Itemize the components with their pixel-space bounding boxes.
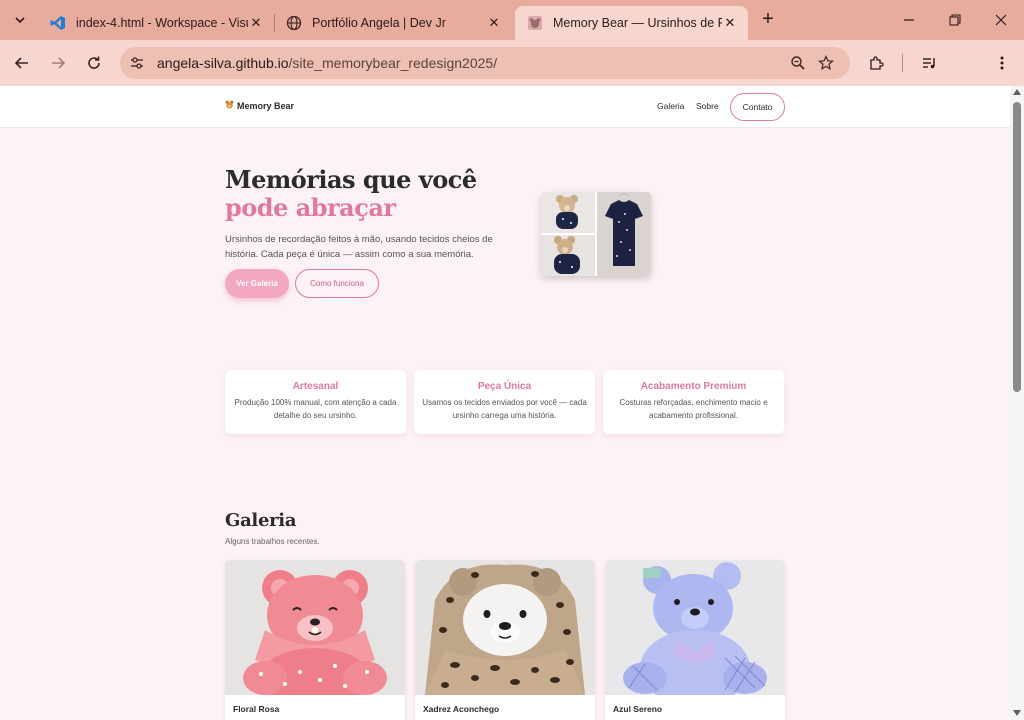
tab-title: Portfólio Angela | Dev Jr: [312, 16, 446, 30]
tab-memory-bear[interactable]: Memory Bear — Ursinhos de Recordação ✕: [515, 6, 748, 40]
gallery-card[interactable]: Xadrez Aconchego: [415, 560, 595, 720]
site-header: Memory Bear Galeria Sobre Contato: [0, 86, 1010, 128]
gallery-photo-leopard-bear: [415, 560, 595, 695]
reload-icon[interactable]: [82, 51, 106, 75]
url-path: /site_memorybear_redesign2025/: [288, 55, 498, 71]
bookmark-star-icon[interactable]: [812, 49, 840, 77]
bear-icon: [225, 100, 234, 111]
feature-description: Usamos os tecidos enviados por você — ca…: [422, 398, 587, 420]
how-it-works-button[interactable]: Como funciona: [295, 269, 379, 298]
feature-title: Acabamento Premium: [640, 381, 747, 392]
minimize-icon[interactable]: [897, 8, 921, 32]
new-tab-button[interactable]: +: [757, 9, 779, 31]
brand-logo[interactable]: Memory Bear: [225, 100, 294, 111]
gallery-photo-blue-bear: [605, 560, 785, 706]
extensions-icon[interactable]: [864, 51, 888, 75]
scroll-thumb[interactable]: [1013, 102, 1021, 392]
feature-card: Peça Única Usamos os tecidos enviados po…: [414, 370, 595, 434]
hero-photo-collage[interactable]: [541, 192, 651, 276]
web-page: Memory Bear Galeria Sobre Contato Memóri…: [0, 86, 1010, 720]
media-controls-icon[interactable]: [918, 51, 942, 75]
page-scrollbar[interactable]: [1010, 86, 1024, 720]
gallery-subtitle: Alguns trabalhos recentes.: [225, 537, 320, 546]
zoom-icon[interactable]: [784, 49, 812, 77]
url-domain: angela-silva.github.io: [157, 55, 289, 71]
toolbar-divider: [902, 54, 903, 72]
close-tab-icon[interactable]: ✕: [722, 15, 738, 31]
close-tab-icon[interactable]: ✕: [486, 15, 502, 31]
url-text: angela-silva.github.io/site_memorybear_r…: [157, 55, 784, 71]
tab-title: Memory Bear — Ursinhos de Recordação: [553, 16, 722, 30]
bear-favicon-icon: [527, 15, 543, 31]
tab-portfolio[interactable]: Portfólio Angela | Dev Jr ✕: [274, 6, 512, 40]
feature-description: Produção 100% manual, com atenção a cada…: [234, 398, 397, 420]
hero-title: Memórias que você pode abraçar: [225, 166, 525, 222]
close-window-icon[interactable]: [989, 8, 1013, 32]
gallery-card[interactable]: Floral Rosa: [225, 560, 405, 720]
nav-link-about[interactable]: Sobre: [696, 101, 719, 111]
tab-vscode[interactable]: index-4.html - Workspace - Visual Studio…: [38, 6, 274, 40]
site-settings-icon[interactable]: [123, 49, 151, 77]
tab-search-chevron-icon[interactable]: [8, 8, 32, 32]
hero-title-accent: pode abraçar: [225, 193, 396, 222]
browser-toolbar: angela-silva.github.io/site_memorybear_r…: [0, 40, 1024, 113]
feature-card: Artesanal Produção 100% manual, com aten…: [225, 370, 406, 434]
close-tab-icon[interactable]: ✕: [248, 15, 264, 31]
menu-kebab-icon[interactable]: [990, 51, 1014, 75]
gallery-card-name: Xadrez Aconchego: [423, 704, 500, 714]
vscode-icon: [50, 15, 66, 31]
scroll-up-arrow-icon[interactable]: [1013, 89, 1021, 95]
gallery-photo-pink-bear: [225, 560, 405, 708]
scroll-down-arrow-icon[interactable]: [1013, 710, 1021, 716]
globe-icon: [286, 15, 302, 31]
gallery-card-name: Azul Sereno: [613, 704, 663, 714]
contact-button[interactable]: Contato: [730, 93, 785, 121]
gallery-card[interactable]: Azul Sereno: [605, 560, 785, 720]
tab-title: index-4.html - Workspace - Visual Studio…: [76, 16, 248, 30]
gallery-card-name: Floral Rosa: [233, 704, 280, 714]
view-gallery-button[interactable]: Ver Galeria: [225, 269, 289, 298]
restore-icon[interactable]: [943, 8, 967, 32]
hero-subtitle: Ursinhos de recordação feitos à mão, usa…: [225, 234, 493, 260]
feature-description: Costuras reforçadas, enchimento macio e …: [619, 398, 768, 420]
hero-title-main: Memórias que você: [225, 165, 477, 194]
feature-card: Acabamento Premium Costuras reforçadas, …: [603, 370, 784, 434]
back-icon[interactable]: [10, 51, 34, 75]
gallery-title: Galeria: [225, 510, 297, 531]
forward-icon[interactable]: [46, 51, 70, 75]
tab-bar: index-4.html - Workspace - Visual Studio…: [0, 0, 1024, 40]
feature-title: Peça Única: [477, 381, 532, 392]
address-bar[interactable]: angela-silva.github.io/site_memorybear_r…: [120, 47, 850, 79]
brand-name: Memory Bear: [237, 100, 295, 111]
feature-title: Artesanal: [292, 381, 339, 392]
nav-link-gallery[interactable]: Galeria: [657, 101, 684, 111]
